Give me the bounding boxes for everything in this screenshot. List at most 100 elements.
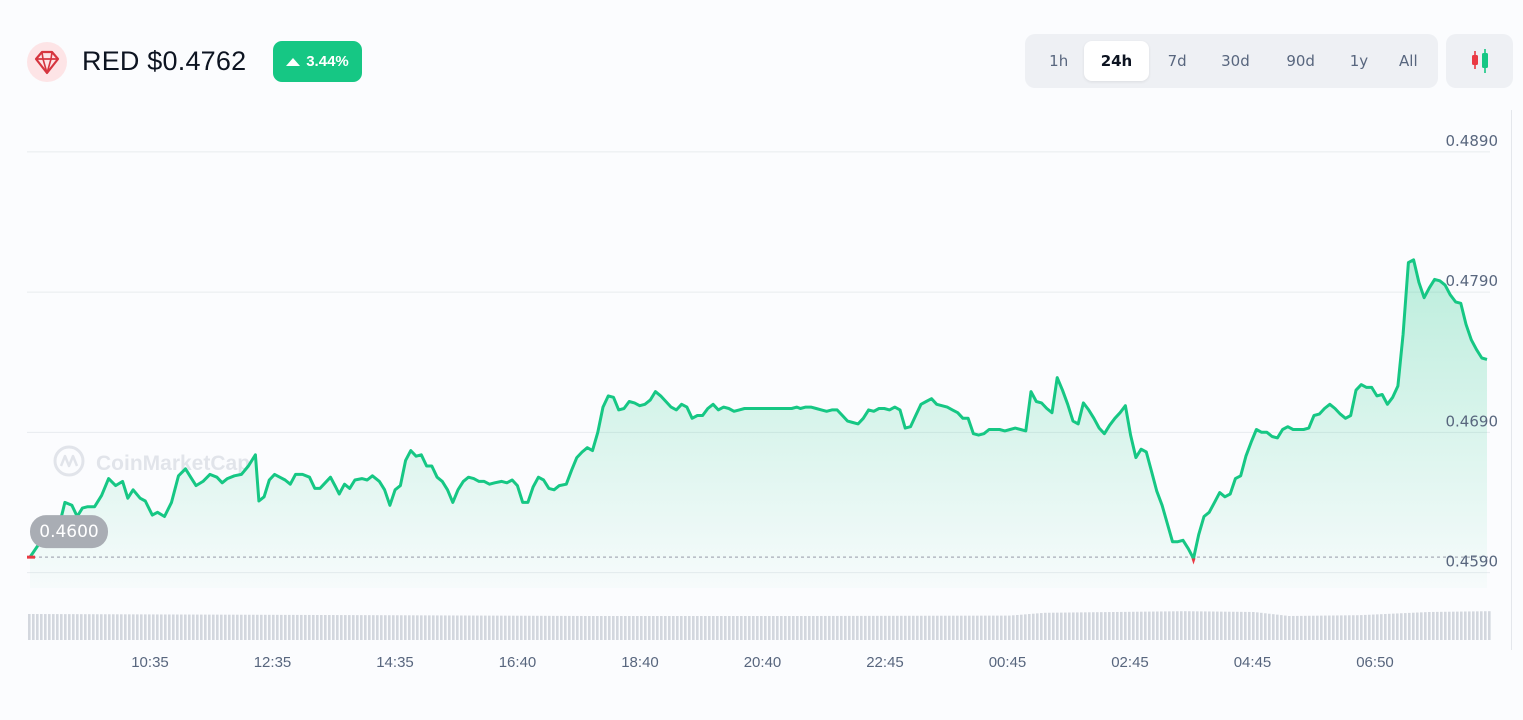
volume-bar: [224, 614, 227, 640]
volume-bar: [1412, 612, 1415, 640]
volume-bar: [1220, 611, 1223, 640]
volume-bar: [252, 614, 255, 640]
volume-bar: [168, 614, 171, 640]
volume-bar: [232, 614, 235, 640]
volume-bar: [284, 614, 287, 640]
volume-bar: [1096, 612, 1099, 640]
volume-bar: [136, 614, 139, 640]
volume-bar: [440, 615, 443, 640]
volume-bar: [988, 615, 991, 640]
volume-bar: [484, 615, 487, 640]
volume-bar: [296, 614, 299, 640]
volume-bar: [1404, 613, 1407, 640]
volume-bar: [1140, 611, 1143, 640]
volume-bar: [1084, 612, 1087, 640]
volume-bar: [268, 614, 271, 640]
range-24h-button[interactable]: 24h: [1084, 41, 1149, 81]
volume-bar: [932, 615, 935, 640]
volume-bar: [80, 614, 83, 640]
volume-bar: [1488, 611, 1491, 640]
volume-bar: [44, 614, 47, 640]
volume-bar: [508, 615, 511, 640]
volume-bar: [468, 615, 471, 640]
volume-bar: [1152, 611, 1155, 640]
volume-bar: [1260, 612, 1263, 640]
volume-bar: [568, 615, 571, 640]
range-1h-button[interactable]: 1h: [1037, 41, 1080, 81]
volume-bar: [424, 615, 427, 640]
y-tick-label: 0.4890: [1446, 132, 1499, 150]
range-all-button[interactable]: All: [1385, 41, 1432, 81]
range-7d-button[interactable]: 7d: [1152, 41, 1203, 81]
volume-bar: [1104, 612, 1107, 640]
x-tick-label: 10:35: [131, 654, 169, 671]
volume-bar: [1012, 615, 1015, 640]
volume-bar: [420, 615, 423, 640]
volume-bar: [360, 615, 363, 640]
volume-bar: [564, 615, 567, 640]
range-90d-button[interactable]: 90d: [1272, 41, 1329, 81]
volume-bar: [672, 616, 675, 640]
volume-bar: [84, 614, 87, 640]
volume-bar: [48, 614, 51, 640]
start-marker-red: [27, 555, 35, 559]
volume-bar: [1016, 614, 1019, 640]
range-30d-button[interactable]: 30d: [1207, 41, 1264, 81]
volume-bar: [820, 615, 823, 640]
volume-bar: [588, 615, 591, 640]
volume-bar: [580, 615, 583, 640]
volume-bar: [76, 614, 79, 640]
volume-bar: [396, 615, 399, 640]
volume-bar: [1424, 612, 1427, 640]
volume-bar: [248, 614, 251, 640]
volume-bar: [1448, 611, 1451, 640]
volume-bar: [1148, 611, 1151, 640]
volume-bar: [60, 614, 63, 640]
volume-bar: [388, 615, 391, 640]
volume-bar: [716, 616, 719, 640]
volume-bar: [1108, 612, 1111, 640]
x-tick-label: 02:45: [1111, 654, 1149, 671]
volume-bar: [712, 616, 715, 640]
volume-bar: [1440, 611, 1443, 640]
volume-bar: [1056, 612, 1059, 640]
volume-bar: [1000, 615, 1003, 640]
candlestick-toggle-button[interactable]: [1446, 34, 1513, 88]
volume-bar: [1376, 614, 1379, 640]
volume-bar: [1392, 613, 1395, 640]
range-1y-button[interactable]: 1y: [1337, 41, 1380, 81]
volume-bar: [944, 615, 947, 640]
volume-bar: [572, 615, 575, 640]
volume-bar: [1428, 611, 1431, 640]
right-panel-edge: [1511, 110, 1523, 650]
volume-bar: [352, 615, 355, 640]
volume-bar: [592, 616, 595, 640]
volume-bar: [492, 615, 495, 640]
volume-bar: [1184, 611, 1187, 640]
volume-bar: [96, 614, 99, 640]
volume-bar: [616, 616, 619, 640]
volume-bar: [708, 616, 711, 640]
volume-bar: [1048, 612, 1051, 640]
volume-bar: [276, 614, 279, 640]
volume-bar: [900, 615, 903, 640]
volume-bar: [728, 616, 731, 640]
volume-bar: [88, 614, 91, 640]
volume-bar: [184, 614, 187, 640]
volume-bar: [416, 615, 419, 640]
volume-bar: [1420, 612, 1423, 640]
volume-bar: [668, 616, 671, 640]
volume-bar: [1236, 611, 1239, 640]
volume-bar: [1232, 611, 1235, 640]
volume-bar: [1280, 615, 1283, 640]
volume-bar: [1444, 611, 1447, 640]
volume-bar: [348, 615, 351, 640]
volume-bar: [756, 616, 759, 640]
volume-bar: [632, 616, 635, 640]
volume-bar: [740, 616, 743, 640]
volume-bar: [500, 615, 503, 640]
volume-bar: [776, 616, 779, 640]
volume-bar: [1272, 614, 1275, 640]
volume-bar: [476, 615, 479, 640]
volume-bar: [1132, 611, 1135, 640]
